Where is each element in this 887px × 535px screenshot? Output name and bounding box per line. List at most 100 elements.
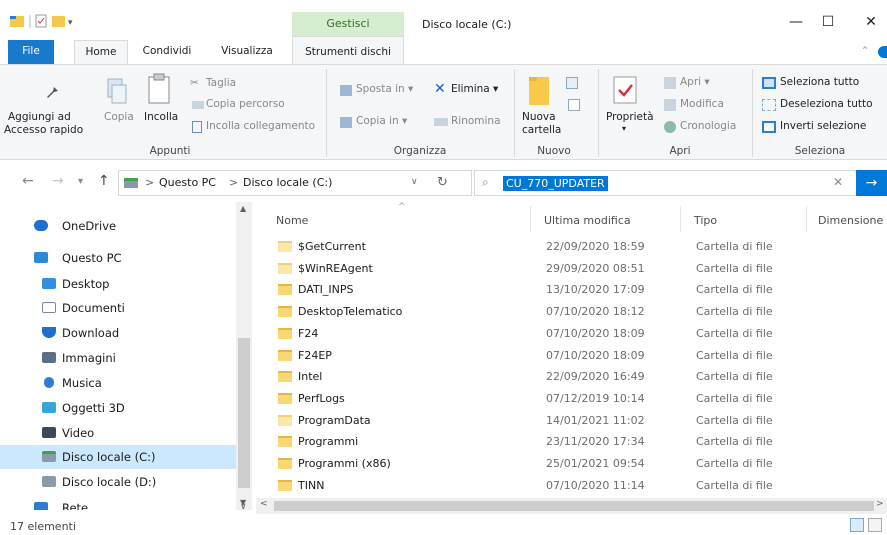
file-name: TINN — [298, 478, 325, 492]
open-button[interactable]: Apri ▾ — [680, 76, 710, 88]
quick-access-toolbar[interactable]: ▾ — [8, 12, 78, 30]
window-title: Disco locale (C:) — [422, 18, 512, 31]
table-row[interactable]: F24EP 07/10/2020 18:09 Cartella di file — [270, 345, 870, 367]
nav-item-documents[interactable]: Documenti — [0, 296, 236, 320]
horizontal-scroll-thumb[interactable] — [274, 501, 874, 511]
folder-icon — [278, 284, 292, 296]
copy-button[interactable]: Copia — [104, 111, 134, 123]
nav-item-music[interactable]: Musica — [0, 371, 236, 395]
scroll-up-icon[interactable]: ▲ — [240, 204, 246, 213]
search-submit-button[interactable]: → — [856, 170, 887, 196]
copy-to-button[interactable]: Copia in ▾ — [356, 115, 407, 127]
scroll-left-icon[interactable]: < — [260, 499, 268, 509]
maximize-button[interactable]: ☐ — [814, 14, 842, 34]
nav-item-desktop[interactable]: Desktop — [0, 272, 236, 296]
collapse-ribbon-icon[interactable]: ⌃ — [858, 40, 872, 64]
scroll-right-icon[interactable]: > — [876, 499, 884, 509]
properties-dropdown-icon[interactable]: ▾ — [622, 124, 626, 133]
rename-button[interactable]: Rinomina — [451, 115, 501, 127]
table-row[interactable]: F24 07/10/2020 18:09 Cartella di file — [270, 323, 870, 345]
refresh-icon[interactable]: ↻ — [437, 175, 448, 190]
nav-item-pictures[interactable]: Immagini — [0, 346, 236, 370]
invert-selection-button[interactable]: Inverti selezione — [780, 120, 866, 132]
column-modified[interactable]: Ultima modifica — [544, 214, 631, 227]
help-icon[interactable] — [878, 46, 887, 58]
close-button[interactable]: ✕ — [857, 14, 885, 34]
copy-path-icon — [192, 101, 204, 109]
column-type[interactable]: Tipo — [694, 214, 717, 227]
group-organizza-label: Organizza — [393, 145, 447, 157]
history-button[interactable]: Cronologia — [680, 120, 736, 132]
forward-arrow-icon[interactable]: → — [52, 173, 64, 189]
file-type: Cartella di file — [696, 283, 773, 297]
file-name: $WinREAgent — [298, 261, 373, 275]
paste-link-button[interactable]: Incolla collegamento — [206, 120, 315, 132]
new-item-icon[interactable] — [566, 77, 578, 89]
table-row[interactable]: Programmi 23/11/2020 17:34 Cartella di fil… — [270, 431, 870, 453]
scroll-down-icon[interactable]: ∨ — [240, 502, 247, 512]
tab-file[interactable]: File — [8, 40, 54, 64]
column-divider — [680, 206, 681, 232]
new-folder-label-1[interactable]: Nuova — [522, 111, 556, 123]
table-row[interactable]: $GetCurrent 22/09/2020 18:59 Cartella di f… — [270, 236, 870, 258]
address-bar[interactable]: > Questo PC > Disco locale (C:) ∨ ↻ — [118, 170, 472, 196]
tab-disk-tools[interactable]: Strumenti dischi — [292, 36, 404, 64]
delete-button[interactable]: Elimina ▾ — [451, 83, 498, 95]
nav-item-downloads[interactable]: Download — [0, 321, 236, 345]
nav-item-this-pc[interactable]: Questo PC — [0, 246, 236, 270]
group-separator — [598, 69, 599, 157]
tab-home[interactable]: Home — [74, 40, 128, 64]
file-type: Cartella di file — [696, 391, 773, 405]
details-view-icon[interactable] — [850, 518, 864, 532]
breadcrumb-local-disk-c[interactable]: Disco locale (C:) — [243, 176, 332, 189]
drive-icon — [42, 476, 56, 487]
copy-path-button[interactable]: Copia percorso — [206, 98, 285, 110]
nav-item-local-disk-d[interactable]: Disco locale (D:) — [0, 470, 236, 494]
open-icon — [664, 77, 676, 89]
recent-locations-icon[interactable]: ▾ — [78, 176, 83, 187]
large-icons-view-icon[interactable] — [868, 518, 882, 532]
column-size[interactable]: Dimensione — [818, 214, 887, 227]
nav-item-network[interactable]: Rete — [0, 496, 236, 510]
nav-item-onedrive[interactable]: OneDrive — [0, 214, 236, 238]
search-box[interactable]: ⌕ CU_770_UPDATER ✕ — [474, 170, 858, 196]
table-row[interactable]: DesktopTelematico 07/10/2020 18:12 Cartell… — [270, 301, 870, 323]
table-row[interactable]: Programmi (x86) 25/01/2021 09:54 Cartella … — [270, 453, 870, 475]
invert-selection-icon — [762, 121, 776, 133]
select-all-button[interactable]: Seleziona tutto — [780, 76, 859, 88]
properties-button[interactable]: Proprietà — [606, 111, 654, 123]
pin-quick-access-label-1[interactable]: Aggiungi ad — [8, 111, 71, 123]
file-name: DATI_INPS — [298, 283, 354, 297]
cut-button[interactable]: Taglia — [206, 77, 236, 89]
search-input[interactable]: CU_770_UPDATER — [503, 176, 608, 191]
file-modified: 22/09/2020 18:59 — [546, 240, 645, 253]
tab-view[interactable]: Visualizza — [214, 40, 280, 64]
table-row[interactable]: PerfLogs 07/12/2019 10:14 Cartella di file — [270, 388, 870, 410]
back-arrow-icon[interactable]: ← — [22, 173, 34, 189]
minimize-button[interactable]: — — [782, 14, 810, 34]
address-dropdown-icon[interactable]: ∨ — [411, 177, 418, 187]
table-row[interactable]: DATI_INPS 13/10/2020 17:09 Cartella di fil… — [270, 279, 870, 301]
table-row[interactable]: TINN 07/10/2020 11:14 Cartella di file — [270, 475, 870, 497]
tab-share[interactable]: Condividi — [136, 40, 198, 64]
up-arrow-icon[interactable]: ↑ — [98, 173, 110, 189]
table-row[interactable]: ProgramData 14/01/2021 11:02 Cartella di f… — [270, 410, 870, 432]
table-row[interactable]: Intel 22/09/2020 16:49 Cartella di file — [270, 366, 870, 388]
breadcrumb-separator: > — [145, 176, 155, 189]
file-type: Cartella di file — [696, 261, 773, 275]
nav-item-videos[interactable]: Video — [0, 421, 236, 445]
easy-access-icon[interactable] — [568, 99, 580, 111]
edit-button[interactable]: Modifica — [680, 98, 724, 110]
pin-quick-access-label-2[interactable]: Accesso rapido — [4, 124, 83, 136]
move-to-button[interactable]: Sposta in ▾ — [356, 83, 413, 95]
paste-button[interactable]: Incolla — [144, 111, 178, 123]
column-name[interactable]: Nome — [276, 214, 308, 227]
table-row[interactable]: $WinREAgent 29/09/2020 08:51 Cartella di f… — [270, 258, 870, 280]
new-folder-label-2[interactable]: cartella — [522, 124, 561, 136]
clear-search-icon[interactable]: ✕ — [833, 175, 843, 189]
nav-item-local-disk-c[interactable]: Disco locale (C:) — [0, 445, 236, 469]
nav-item-3d-objects[interactable]: Oggetti 3D — [0, 396, 236, 420]
breadcrumb-this-pc[interactable]: Questo PC — [159, 176, 216, 189]
select-none-button[interactable]: Deseleziona tutto — [780, 98, 873, 110]
nav-scroll-thumb[interactable] — [238, 338, 250, 488]
